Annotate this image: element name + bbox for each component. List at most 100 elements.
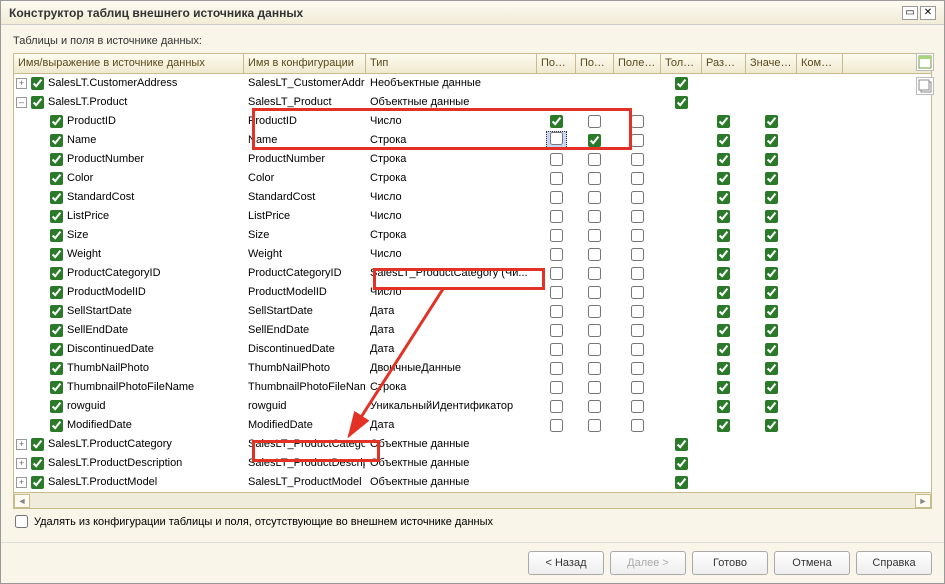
table-row[interactable]: ProductNumberProductNumberСтрока — [14, 150, 931, 169]
fill-checkbox[interactable] — [765, 305, 778, 318]
allow-checkbox[interactable] — [717, 115, 730, 128]
close-button[interactable]: ✕ — [920, 6, 936, 20]
table-row[interactable]: rowguidrowguidУникальныйИдентификатор — [14, 397, 931, 416]
th-allow[interactable]: Разре... — [702, 54, 746, 73]
presv-checkbox[interactable] — [631, 210, 644, 223]
th-type[interactable]: Тип — [366, 54, 537, 73]
row-checkbox[interactable] — [50, 400, 63, 413]
fill-checkbox[interactable] — [765, 172, 778, 185]
allow-checkbox[interactable] — [717, 343, 730, 356]
allow-checkbox[interactable] — [717, 286, 730, 299]
expand-icon[interactable]: + — [16, 78, 27, 89]
key-checkbox[interactable] — [550, 153, 563, 166]
fill-checkbox[interactable] — [765, 362, 778, 375]
table-row[interactable]: NameNameСтрока — [14, 131, 931, 150]
allow-checkbox[interactable] — [717, 324, 730, 337]
row-checkbox[interactable] — [50, 324, 63, 337]
presv-checkbox[interactable] — [631, 191, 644, 204]
row-checkbox[interactable] — [50, 381, 63, 394]
fill-checkbox[interactable] — [765, 267, 778, 280]
key-checkbox[interactable] — [550, 419, 563, 432]
table-row[interactable]: ModifiedDateModifiedDateДата — [14, 416, 931, 435]
fill-checkbox[interactable] — [765, 229, 778, 242]
pres-checkbox[interactable] — [588, 153, 601, 166]
table-row[interactable]: ProductIDProductIDЧисло — [14, 112, 931, 131]
key-checkbox[interactable] — [550, 248, 563, 261]
row-checkbox[interactable] — [50, 343, 63, 356]
key-checkbox[interactable] — [550, 381, 563, 394]
row-checkbox[interactable] — [50, 229, 63, 242]
allow-checkbox[interactable] — [717, 172, 730, 185]
key-checkbox[interactable] — [550, 362, 563, 375]
pres-checkbox[interactable] — [588, 286, 601, 299]
row-checkbox[interactable] — [50, 210, 63, 223]
th-name[interactable]: Имя/выражение в источнике данных — [14, 54, 244, 73]
allow-checkbox[interactable] — [717, 210, 730, 223]
row-checkbox[interactable] — [50, 134, 63, 147]
row-checkbox[interactable] — [31, 476, 44, 489]
pres-checkbox[interactable] — [588, 248, 601, 261]
table-row[interactable]: +SalesLT.ProductDescriptionSalesLT_Produ… — [14, 454, 931, 473]
readonly-checkbox[interactable] — [675, 438, 688, 451]
presv-checkbox[interactable] — [631, 153, 644, 166]
pres-checkbox[interactable] — [588, 419, 601, 432]
readonly-checkbox[interactable] — [675, 457, 688, 470]
fill-checkbox[interactable] — [765, 286, 778, 299]
collapse-icon[interactable]: – — [16, 97, 27, 108]
pres-checkbox[interactable] — [588, 400, 601, 413]
copy-table-icon[interactable] — [916, 77, 934, 95]
key-checkbox[interactable] — [550, 172, 563, 185]
key-checkbox[interactable] — [550, 191, 563, 204]
key-checkbox[interactable] — [550, 286, 563, 299]
presv-checkbox[interactable] — [631, 305, 644, 318]
fill-checkbox[interactable] — [765, 400, 778, 413]
key-checkbox[interactable] — [550, 305, 563, 318]
fill-checkbox[interactable] — [765, 381, 778, 394]
presv-checkbox[interactable] — [631, 419, 644, 432]
table-row[interactable]: ThumbNailPhotoThumbNailPhotoДвоичныеДанн… — [14, 359, 931, 378]
fill-checkbox[interactable] — [765, 324, 778, 337]
allow-checkbox[interactable] — [717, 248, 730, 261]
th-comm[interactable]: Комме... — [797, 54, 843, 73]
row-checkbox[interactable] — [50, 305, 63, 318]
next-button[interactable]: Далее > — [610, 551, 686, 575]
key-checkbox[interactable] — [550, 324, 563, 337]
presv-checkbox[interactable] — [631, 400, 644, 413]
presv-checkbox[interactable] — [631, 172, 644, 185]
fill-checkbox[interactable] — [765, 153, 778, 166]
presv-checkbox[interactable] — [631, 229, 644, 242]
help-button[interactable]: Справка — [856, 551, 932, 575]
readonly-checkbox[interactable] — [675, 96, 688, 109]
row-checkbox[interactable] — [50, 153, 63, 166]
key-checkbox[interactable] — [550, 132, 563, 145]
expand-icon[interactable]: + — [16, 458, 27, 469]
horizontal-scrollbar[interactable]: ◄ ► — [14, 492, 931, 508]
presv-checkbox[interactable] — [631, 267, 644, 280]
table-row[interactable]: StandardCostStandardCostЧисло — [14, 188, 931, 207]
key-checkbox[interactable] — [550, 400, 563, 413]
allow-checkbox[interactable] — [717, 191, 730, 204]
fill-checkbox[interactable] — [765, 191, 778, 204]
row-checkbox[interactable] — [50, 191, 63, 204]
back-button[interactable]: < Назад — [528, 551, 604, 575]
fill-checkbox[interactable] — [765, 343, 778, 356]
key-checkbox[interactable] — [550, 210, 563, 223]
scroll-left-icon[interactable]: ◄ — [14, 494, 30, 508]
table-row[interactable]: WeightWeightЧисло — [14, 245, 931, 264]
fill-checkbox[interactable] — [765, 134, 778, 147]
presv-checkbox[interactable] — [631, 248, 644, 261]
cancel-button[interactable]: Отмена — [774, 551, 850, 575]
presv-checkbox[interactable] — [631, 343, 644, 356]
table-row[interactable]: ThumbnailPhotoFileNameThumbnailPhotoFile… — [14, 378, 931, 397]
pres-checkbox[interactable] — [588, 305, 601, 318]
allow-checkbox[interactable] — [717, 419, 730, 432]
allow-checkbox[interactable] — [717, 134, 730, 147]
minimize-button[interactable]: ▭ — [902, 6, 918, 20]
allow-checkbox[interactable] — [717, 362, 730, 375]
row-checkbox[interactable] — [50, 115, 63, 128]
pres-checkbox[interactable] — [588, 267, 601, 280]
row-checkbox[interactable] — [31, 96, 44, 109]
presv-checkbox[interactable] — [631, 286, 644, 299]
key-checkbox[interactable] — [550, 229, 563, 242]
presv-checkbox[interactable] — [631, 115, 644, 128]
